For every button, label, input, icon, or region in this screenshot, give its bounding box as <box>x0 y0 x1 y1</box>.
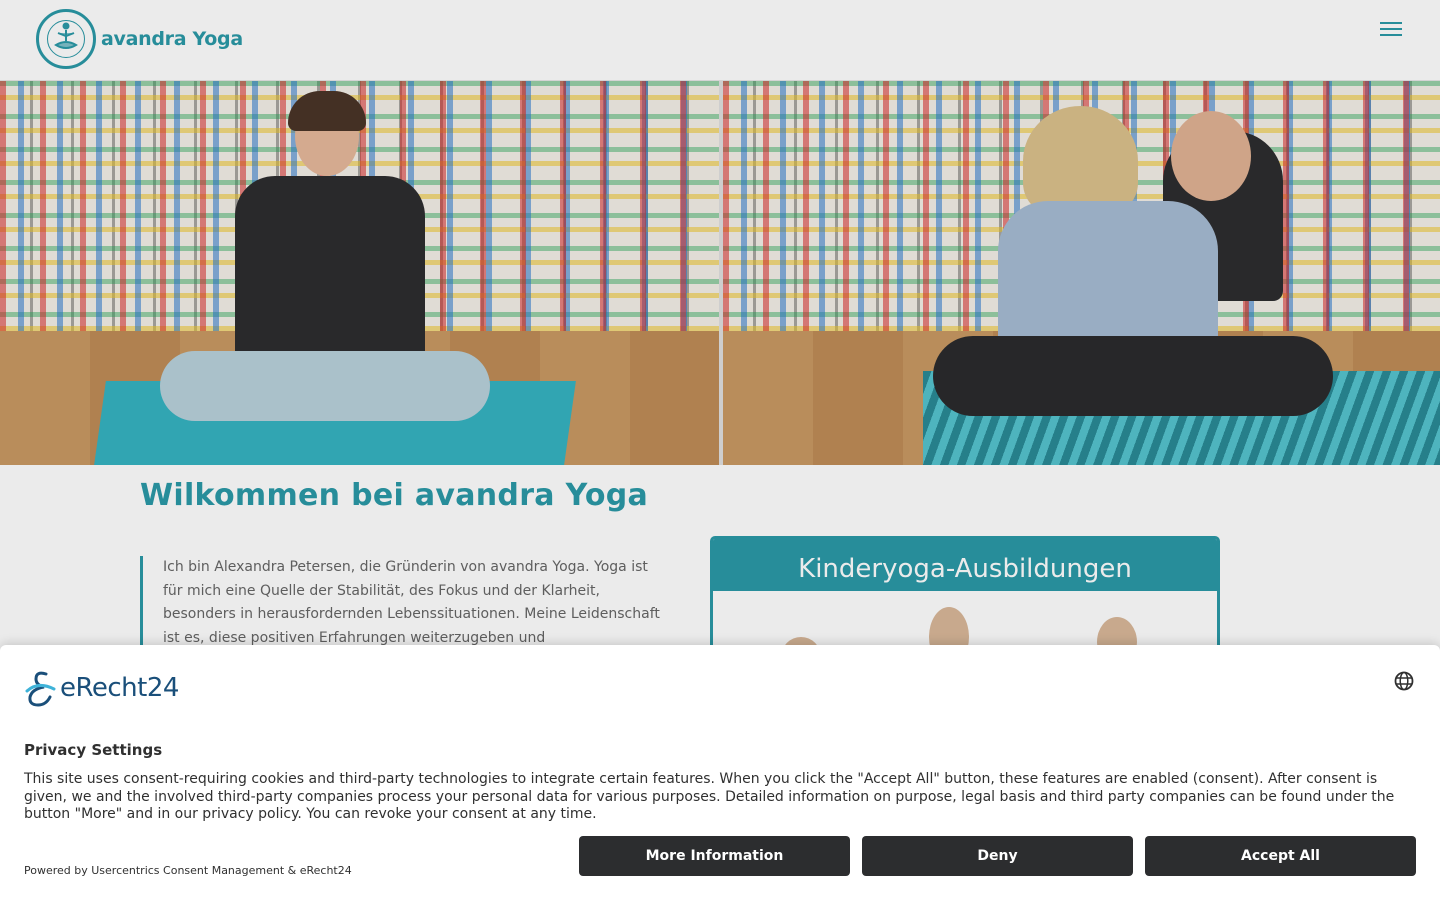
hero-photo-meditation <box>0 81 719 465</box>
more-information-button[interactable]: More Information <box>579 836 850 876</box>
erecht24-logo: eRecht24 <box>24 669 179 707</box>
site-header: avandra Yoga <box>0 0 1440 81</box>
page-title: Wilkommen bei avandra Yoga <box>140 478 649 513</box>
card-title: Kinderyoga-Ausbildungen <box>713 539 1217 591</box>
accept-all-button[interactable]: Accept All <box>1145 836 1416 876</box>
intro-paragraph: Ich bin Alexandra Petersen, die Gründeri… <box>140 556 660 651</box>
logo-text: avandra Yoga <box>101 28 243 50</box>
privacy-settings-title: Privacy Settings <box>24 741 163 759</box>
site-logo[interactable]: avandra Yoga <box>36 9 243 69</box>
yoga-lotus-logo-icon <box>36 9 96 69</box>
privacy-settings-text: This site uses consent-requiring cookies… <box>24 771 1395 822</box>
hero-gallery <box>0 81 1440 465</box>
hero-photo-kids-yoga <box>723 81 1440 465</box>
powered-by-link[interactable]: Powered by Usercentrics Consent Manageme… <box>24 864 352 877</box>
globe-icon[interactable] <box>1394 671 1414 691</box>
deny-button[interactable]: Deny <box>862 836 1133 876</box>
hamburger-menu-icon[interactable] <box>1380 22 1402 40</box>
erecht24-logo-icon <box>25 671 56 707</box>
consent-banner: eRecht24 Privacy Settings This site uses… <box>0 645 1440 900</box>
erecht24-brand: eRecht24 <box>60 673 179 703</box>
